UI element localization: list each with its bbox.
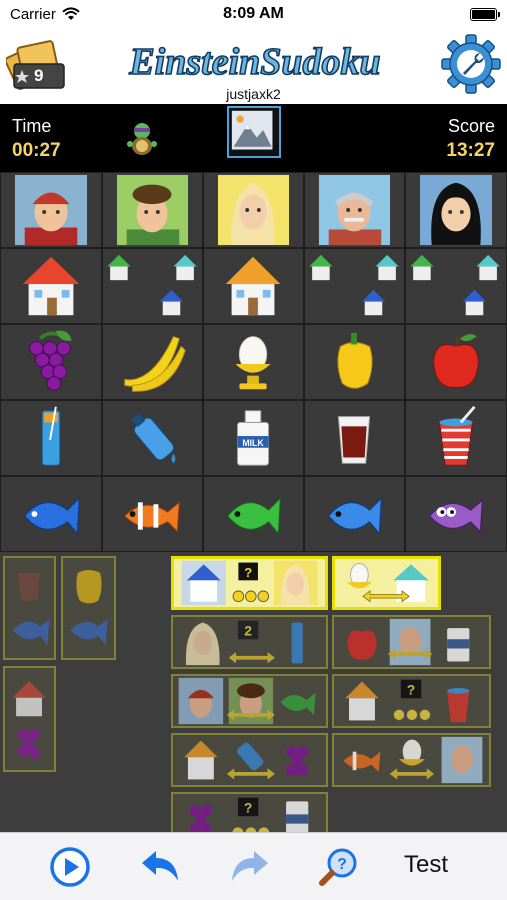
grid-cell-person-red-cap[interactable] <box>0 172 102 248</box>
grid-cell-green-fish[interactable] <box>203 476 304 552</box>
grid-cell-bananas[interactable] <box>102 324 203 400</box>
time-label: Time <box>12 116 52 136</box>
grid-cell-water-bottle[interactable] <box>102 400 203 476</box>
clues-panel: ? 2 ? ? <box>0 552 507 832</box>
play-button[interactable] <box>48 845 92 889</box>
time-value: 00:27 <box>12 140 61 161</box>
clue-blue-house-three-blonde[interactable]: ? <box>171 556 328 610</box>
app-logo: EinsteinSudoku <box>128 40 382 84</box>
svg-text:2: 2 <box>244 623 252 639</box>
grid-cell-person-curly-hair[interactable] <box>102 172 203 248</box>
score-value: 13:27 <box>446 140 495 161</box>
grid-cell-blue-fish[interactable] <box>304 476 405 552</box>
settings-gear-icon[interactable] <box>441 34 501 94</box>
grid-cell-red-apple[interactable] <box>405 324 507 400</box>
hint-magnifier-button[interactable]: ? <box>318 845 362 889</box>
status-bar: Carrier 8:09 AM <box>0 0 507 30</box>
grid-cell-house-orange[interactable] <box>203 248 304 324</box>
svg-text:?: ? <box>337 856 347 873</box>
grid-cell-house-red[interactable] <box>0 248 102 324</box>
clue-apple-next-to-oldman-milk[interactable] <box>332 615 491 669</box>
redo-button[interactable] <box>228 845 272 889</box>
svg-text:?: ? <box>407 682 415 698</box>
grid-cell-blue-tang-fish[interactable] <box>0 476 102 552</box>
grid-cell-house-candidates[interactable] <box>405 248 507 324</box>
battery-icon <box>470 8 500 21</box>
clue-orangehouse-bottle-grapes[interactable] <box>171 733 328 787</box>
clue-egg-next-to-teal-house[interactable] <box>332 556 441 610</box>
grid-cell-person-asian-woman[interactable] <box>405 172 507 248</box>
svg-text:MILK: MILK <box>242 438 264 448</box>
username-label: justjaxk2 <box>226 86 281 102</box>
clue-clownfish-egg-oldman[interactable] <box>332 733 491 787</box>
puzzle-grid: MILK <box>0 172 507 552</box>
clue-orangehouse-three-sodacup[interactable]: ? <box>332 674 491 728</box>
clue-grapes-three-milk[interactable]: ? <box>171 792 328 832</box>
grid-cell-clownfish[interactable] <box>102 476 203 552</box>
grid-cell-house-candidates[interactable] <box>304 248 405 324</box>
undo-button[interactable] <box>138 845 182 889</box>
grid-cell-milk[interactable]: MILK <box>203 400 304 476</box>
tickets-count: 9 <box>34 66 44 85</box>
test-button[interactable]: Test <box>404 851 448 879</box>
clue-blonde-two-cocktail[interactable]: 2 <box>171 615 328 669</box>
grid-cell-grapes[interactable] <box>0 324 102 400</box>
clue-vertical-pepper-bluefish[interactable] <box>61 556 116 660</box>
score-label: Score <box>447 116 495 136</box>
bottom-toolbar: ? Test <box>0 832 507 900</box>
svg-text:?: ? <box>244 565 252 580</box>
clue-vertical-redhouse-grapes[interactable] <box>3 666 56 772</box>
clue-vertical-cola-bluefish[interactable] <box>3 556 56 660</box>
mountain-icon <box>231 110 273 150</box>
app-header: 9 EinsteinSudoku justjaxk2 <box>0 30 507 104</box>
ninja-turtle-icon[interactable] <box>122 118 162 158</box>
svg-text:?: ? <box>244 800 252 816</box>
grid-cell-soda-cup[interactable] <box>405 400 507 476</box>
score-bar: Time 00:27 Score 13:27 <box>0 104 507 172</box>
grid-cell-house-candidates[interactable] <box>102 248 203 324</box>
hint-image-button[interactable] <box>227 106 281 158</box>
grid-cell-cola-glass[interactable] <box>304 400 405 476</box>
grid-cell-blue-cocktail[interactable] <box>0 400 102 476</box>
grid-cell-purple-fish[interactable] <box>405 476 507 552</box>
grid-cell-egg[interactable] <box>203 324 304 400</box>
grid-cell-person-blonde[interactable] <box>203 172 304 248</box>
clue-redcap-next-to-curly-greenfish[interactable] <box>171 674 328 728</box>
status-time: 8:09 AM <box>223 5 284 22</box>
grid-cell-person-old-man[interactable] <box>304 172 405 248</box>
grid-cell-yellow-pepper[interactable] <box>304 324 405 400</box>
app-title: EinsteinSudoku <box>128 41 380 83</box>
